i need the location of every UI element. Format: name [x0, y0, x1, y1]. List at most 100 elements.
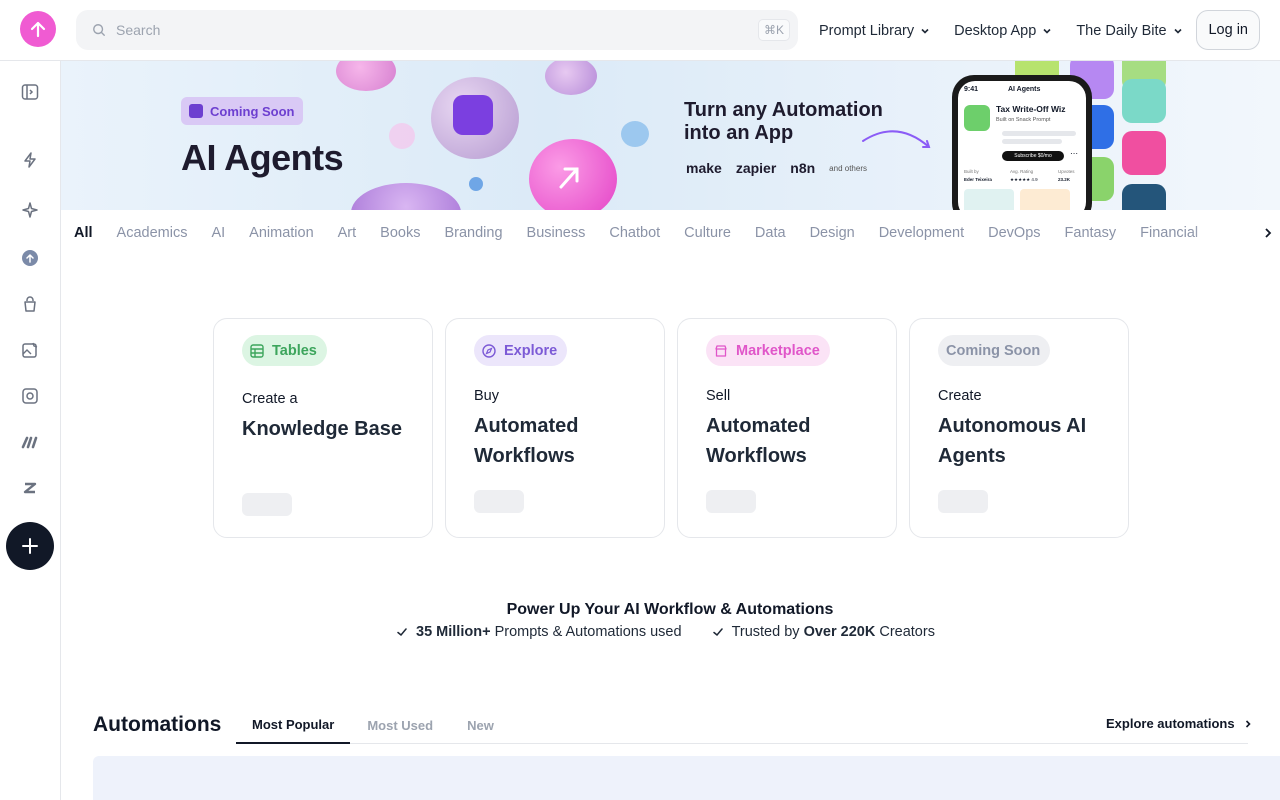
card-action: Create [938, 388, 982, 404]
card-heading: Automated Workflows [706, 415, 811, 467]
decorative-sphere [336, 61, 396, 91]
phone-mockup: 9:41 AI Agents Tax Write-Off Wiz Built o… [952, 75, 1092, 210]
explore-label: Explore automations [1106, 716, 1235, 731]
decorative-sphere [469, 177, 483, 191]
card-explore[interactable]: Explore Buy Automated Workflows [445, 318, 665, 538]
search-bar[interactable]: ⌘K [76, 10, 798, 50]
category-tab-design[interactable]: Design [810, 225, 855, 241]
zapier-brand: zapier [735, 160, 777, 176]
explore-automations-link[interactable]: Explore automations [1106, 716, 1253, 731]
phone-upvotes-label: Upvotes [1058, 169, 1075, 174]
nav-daily-bite[interactable]: The Daily Bite [1076, 23, 1182, 39]
tab-most-used[interactable]: Most Used [350, 706, 450, 744]
placeholder-card [1020, 189, 1070, 210]
card-heading: Automated Workflows [474, 415, 579, 467]
nav-prompt-library[interactable]: Prompt Library [819, 23, 930, 39]
category-tab-animation[interactable]: Animation [249, 225, 313, 241]
category-scroll-right[interactable] [1190, 210, 1280, 256]
chip-label: Coming Soon [210, 103, 295, 119]
category-tab-data[interactable]: Data [755, 225, 786, 241]
stat-rest: Prompts & Automations used [490, 624, 682, 640]
app-tile-icon [1122, 131, 1166, 175]
decorative-sphere [621, 121, 649, 147]
badge-label: Coming Soon [946, 342, 1041, 359]
category-tab-chatbot[interactable]: Chatbot [609, 225, 660, 241]
phone-screen: 9:41 AI Agents Tax Write-Off Wiz Built o… [958, 81, 1086, 210]
search-input[interactable] [116, 22, 716, 38]
n8n-brand: n8n [790, 160, 816, 176]
lightning-icon[interactable] [20, 150, 40, 170]
app-icon [964, 105, 990, 131]
card-coming-soon[interactable]: Coming Soon Create Autonomous AI Agents [909, 318, 1129, 538]
stat-text: 35 Million+ Prompts & Automations used [416, 624, 682, 640]
category-tab-branding[interactable]: Branding [444, 225, 502, 241]
stat-text: Trusted by Over 220K Creators [732, 624, 935, 640]
image-sparkle-icon[interactable] [20, 340, 40, 360]
compass-icon [482, 343, 496, 358]
bag-icon[interactable] [20, 294, 40, 314]
banner-title: AI Agents [181, 137, 344, 178]
coming-soon-chip: Coming Soon [181, 97, 303, 125]
badge-label: Explore [504, 342, 558, 359]
curved-arrow-icon [862, 130, 931, 148]
decorative-sphere [351, 183, 461, 210]
grid-compass-icon[interactable] [20, 386, 40, 406]
card-placeholder-pill [938, 490, 988, 513]
make-logo-icon[interactable] [20, 432, 40, 452]
promo-banner[interactable]: Coming Soon AI Agents Turn any Automatio… [61, 61, 1280, 210]
category-tab-all[interactable]: All [74, 225, 93, 241]
login-button[interactable]: Log in [1196, 10, 1260, 50]
stat-pre: Trusted by [731, 624, 804, 640]
card-marketplace[interactable]: Marketplace Sell Automated Workflows [677, 318, 897, 538]
category-tab-fantasy[interactable]: Fantasy [1065, 225, 1117, 241]
card-action: Create a [242, 391, 298, 407]
others-brand: and others [829, 163, 867, 173]
automations-carousel[interactable] [93, 756, 1280, 800]
category-tab-books[interactable]: Books [380, 225, 420, 241]
category-tab-business[interactable]: Business [527, 225, 586, 241]
card-tables[interactable]: Tables Create a Knowledge Base [213, 318, 433, 538]
tab-most-popular[interactable]: Most Popular [236, 706, 351, 744]
power-up-title: Power Up Your AI Workflow & Automations [506, 601, 834, 618]
plus-icon [22, 538, 38, 554]
zapier-logo-icon[interactable] [20, 478, 40, 498]
phone-time: 9:41 [964, 86, 979, 93]
brand-logos: make zapier n8n and others [686, 160, 867, 176]
card-action: Buy [474, 388, 499, 404]
card-placeholder-pill [474, 490, 524, 513]
top-bar: ⌘K Prompt Library Desktop App The Daily … [0, 0, 1280, 61]
automations-tabs: Most Popular Most Used New [236, 706, 511, 744]
nav-desktop-app[interactable]: Desktop App [954, 23, 1052, 39]
category-tabs: All Academics AI Animation Art Books Branding B… [61, 210, 1280, 256]
check-icon [712, 628, 723, 637]
badge-label: Marketplace [736, 342, 820, 359]
marketplace-badge: Marketplace [706, 335, 830, 366]
category-tab-art[interactable]: Art [338, 225, 357, 241]
prompts-used-stat: 35 Million+ Prompts & Automations used [396, 624, 682, 640]
category-tab-development[interactable]: Development [879, 225, 964, 241]
placeholder-line [1002, 139, 1062, 144]
sidebar-toggle-icon[interactable] [20, 82, 40, 102]
snack-prompt-icon[interactable] [20, 248, 40, 268]
logo[interactable] [20, 11, 56, 47]
decorative-sphere [389, 123, 415, 149]
stat-bold: Over 220K [803, 624, 876, 640]
category-tab-culture[interactable]: Culture [684, 225, 731, 241]
coming-soon-badge: Coming Soon [938, 335, 1051, 366]
category-tab-academics[interactable]: Academics [117, 225, 188, 241]
tables-badge: Tables [242, 335, 327, 366]
card-placeholder-pill [242, 493, 292, 516]
store-icon [715, 344, 727, 357]
tab-new[interactable]: New [450, 706, 511, 744]
phone-rating: ★★★★★ 4.9 [1010, 177, 1038, 182]
phone-built-by: Eder Teixeira [964, 177, 992, 182]
sparkle-icon[interactable] [20, 200, 40, 220]
category-tab-devops[interactable]: DevOps [988, 225, 1040, 241]
chevron-right-icon [1245, 719, 1251, 728]
bot-icon [189, 104, 203, 118]
chevron-down-icon [921, 28, 929, 34]
add-button[interactable] [6, 522, 54, 570]
category-tab-ai[interactable]: AI [211, 225, 225, 241]
placeholder-card [964, 189, 1014, 210]
automations-title: Automations [93, 713, 222, 736]
